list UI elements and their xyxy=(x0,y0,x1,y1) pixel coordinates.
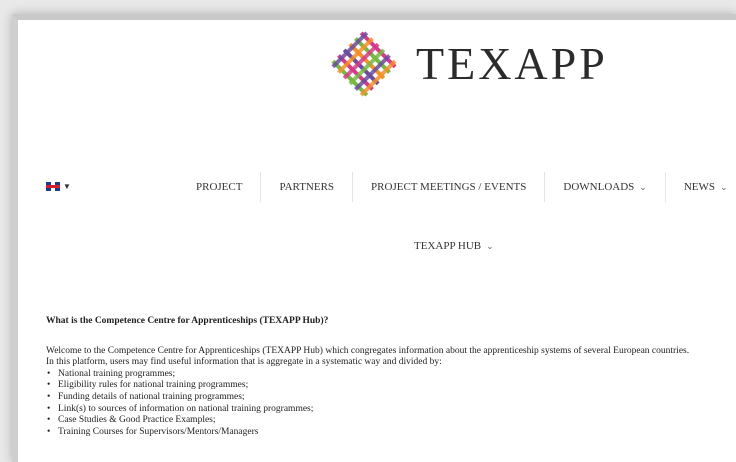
chevron-down-icon: ⌄ xyxy=(720,182,728,192)
topic-list: National training programmes; Eligibilit… xyxy=(46,369,726,439)
list-item: Link(s) to sources of information on nat… xyxy=(46,404,726,416)
list-item: Case Studies & Good Practice Examples; xyxy=(46,415,726,427)
nav-item-label: PARTNERS xyxy=(279,181,335,193)
uk-flag-icon xyxy=(46,182,60,191)
logo-text: TEXAPP xyxy=(416,38,608,89)
nav-item-label: NEWS xyxy=(683,181,715,193)
nav-item-label: DOWNLOADS xyxy=(563,181,635,193)
nav-item-news[interactable]: NEWS ⌄ xyxy=(666,172,736,202)
nav-item-downloads[interactable]: DOWNLOADS ⌄ xyxy=(545,172,666,202)
nav-item-partners[interactable]: PARTNERS xyxy=(261,172,354,202)
section-heading: What is the Competence Centre for Appren… xyxy=(46,316,329,326)
logo[interactable]: TEXAPP xyxy=(324,28,608,100)
woven-logo-icon xyxy=(330,30,398,98)
nav-item-label: PROJECT MEETINGS / EVENTS xyxy=(371,181,527,193)
nav-item-label: PROJECT xyxy=(196,181,243,193)
caret-down-icon: ▼ xyxy=(63,182,71,191)
chevron-down-icon: ⌄ xyxy=(486,241,494,251)
list-item: Funding details of national training pro… xyxy=(46,392,726,404)
nav-item-label: TEXAPP HUB xyxy=(414,240,482,252)
main-nav: PROJECT PARTNERS PROJECT MEETINGS / EVEN… xyxy=(178,172,736,202)
list-item: National training programmes; xyxy=(46,369,726,381)
language-selector[interactable]: ▼ xyxy=(46,182,71,191)
chevron-down-icon: ⌄ xyxy=(639,182,647,192)
main-content: What is the Competence Centre for Appren… xyxy=(46,316,726,438)
nav-item-texapp-hub[interactable]: TEXAPP HUB ⌄ xyxy=(414,240,494,252)
intro-paragraph-2: In this platform, users may find useful … xyxy=(46,357,442,368)
list-item: Eligibility rules for national training … xyxy=(46,380,726,392)
nav-item-project-meetings-events[interactable]: PROJECT MEETINGS / EVENTS xyxy=(353,172,546,202)
intro-paragraph-1: Welcome to the Competence Centre for App… xyxy=(46,345,690,356)
page-frame: TEXAPP ▼ PROJECT PARTNERS PROJECT MEETIN… xyxy=(12,14,736,462)
nav-item-project[interactable]: PROJECT xyxy=(178,172,262,202)
list-item: Training Courses for Supervisors/Mentors… xyxy=(46,427,726,439)
